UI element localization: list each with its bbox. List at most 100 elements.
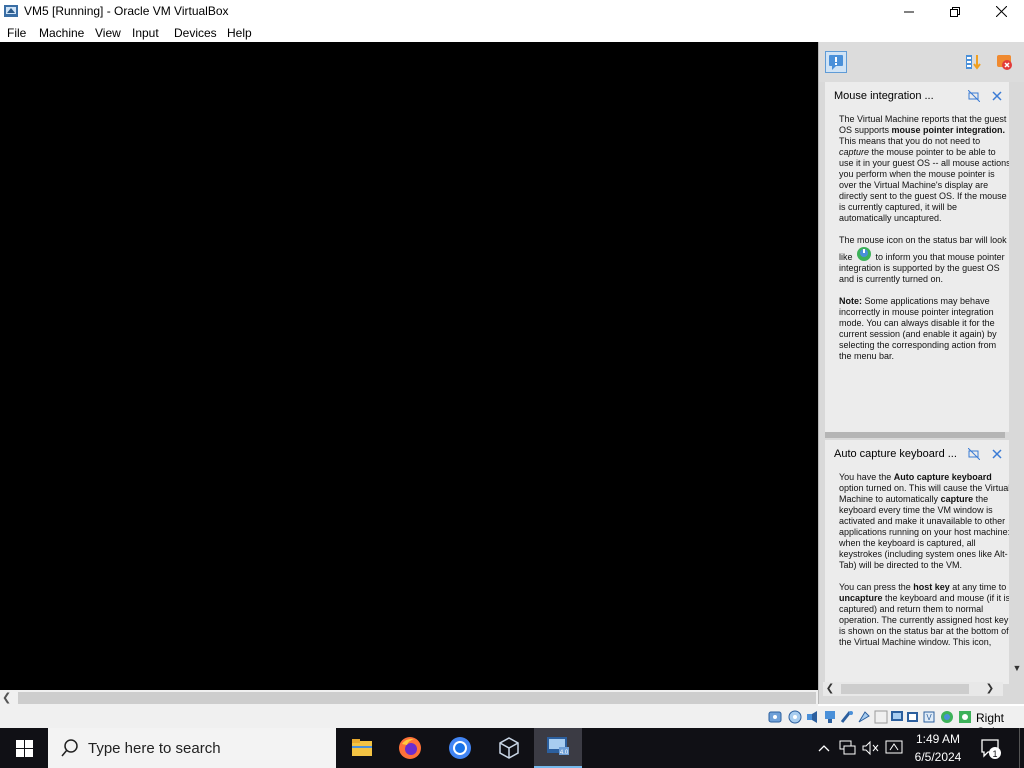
taskbar-clock[interactable]: 1:49 AM 6/5/2024 <box>906 730 970 766</box>
action-center-button[interactable]: 1 <box>978 736 1002 760</box>
chrome-icon <box>449 737 471 759</box>
clear-all-icon[interactable] <box>993 51 1015 73</box>
info-message-icon <box>829 55 843 70</box>
notification-text-run: the keyboard every time the VM window is… <box>839 494 1009 570</box>
taskbar-chrome[interactable] <box>436 728 484 768</box>
hide-notification-icon[interactable] <box>968 90 980 102</box>
taskbar-virtualbox[interactable] <box>485 728 533 768</box>
clock-date: 6/5/2024 <box>914 750 962 764</box>
vm-horizontal-scrollbar[interactable]: ❮ <box>0 690 818 706</box>
start-button[interactable] <box>0 728 48 768</box>
chevron-up-icon <box>818 745 830 752</box>
scrollbar-thumb[interactable] <box>18 692 816 704</box>
notification-text-run: capture <box>839 147 870 157</box>
menu-bar: File Machine View Input Devices Help <box>0 23 1024 42</box>
scroll-left-arrow-icon[interactable]: ❮ <box>823 682 837 696</box>
minimize-button[interactable] <box>886 0 932 23</box>
scroll-left-arrow-icon[interactable]: ❮ <box>2 690 11 706</box>
menu-machine[interactable]: Machine <box>39 26 84 40</box>
virtualbox-icon <box>499 737 519 759</box>
keyboard-capture-icon[interactable] <box>958 710 972 724</box>
notification-title: Mouse integration ... <box>834 90 934 102</box>
notification-text-run: at any time to <box>949 582 1007 592</box>
restore-icon <box>950 6 960 17</box>
notification-toolbar <box>819 42 1024 82</box>
tray-network[interactable] <box>838 738 858 758</box>
notification-center: Mouse integration ... The Virtual Machin… <box>818 42 1024 704</box>
notification-paragraph: Note: Some applications may behave incor… <box>839 296 1009 362</box>
notification-text-run: uncapture <box>839 593 883 603</box>
firefox-icon <box>399 737 421 759</box>
notification-mouse-integration: Mouse integration ... The Virtual Machin… <box>825 82 1009 432</box>
sort-icon[interactable] <box>963 51 985 73</box>
window-title: VM5 [Running] - Oracle VM VirtualBox <box>24 4 229 18</box>
notification-text-run: capture <box>940 494 974 504</box>
menu-input[interactable]: Input <box>132 26 159 40</box>
windows-icon <box>15 739 33 757</box>
scroll-right-arrow-icon[interactable]: ❯ <box>983 682 997 696</box>
notification-icon: 1 <box>981 739 1001 759</box>
notification-paragraph: You have the Auto capture keyboard optio… <box>839 472 1009 571</box>
notification-text-run: This means that you do not need to <box>839 136 981 146</box>
notification-filter-button[interactable] <box>825 51 847 73</box>
maximize-button[interactable] <box>932 0 978 23</box>
optical-disk-icon[interactable] <box>788 710 802 724</box>
notification-text-run: host key <box>913 582 950 592</box>
notification-paragraph: You can press the host key at any time t… <box>839 582 1009 648</box>
taskbar: Type here to search 4.0 1:49 AM 6/5/2024… <box>0 728 1024 768</box>
notification-count-badge: 1 <box>992 749 997 759</box>
search-placeholder: Type here to search <box>88 740 221 757</box>
notification-text-run: Auto capture keyboard <box>893 472 992 482</box>
input-indicator-icon <box>885 740 903 754</box>
scroll-down-arrow-icon[interactable]: ▼ <box>1011 662 1023 674</box>
network-icon[interactable] <box>823 710 837 724</box>
vm-icon: 4.0 <box>547 737 569 756</box>
taskbar-search-box[interactable]: Type here to search <box>48 728 336 768</box>
network-icon <box>839 740 856 755</box>
volume-muted-icon <box>862 740 879 756</box>
hide-notification-icon[interactable] <box>968 448 980 460</box>
menu-view[interactable]: View <box>95 26 121 40</box>
notification-body: You have the Auto capture keyboard optio… <box>839 472 1009 659</box>
notification-horizontal-scrollbar[interactable]: ❮ ❯ <box>823 682 1003 696</box>
tray-input[interactable] <box>884 738 904 758</box>
show-desktop-button[interactable] <box>1019 728 1024 768</box>
notification-paragraph: The mouse icon on the status bar will lo… <box>839 235 1009 285</box>
scrollbar-thumb[interactable] <box>841 684 969 694</box>
recording-icon[interactable] <box>906 710 920 724</box>
minimize-icon <box>904 11 914 12</box>
close-notification-icon[interactable] <box>991 448 1003 460</box>
video-capture-icon[interactable] <box>890 710 904 724</box>
status-bar: V Right Ctrl <box>0 706 1024 739</box>
taskbar-file-explorer[interactable] <box>338 728 386 768</box>
tray-overflow-button[interactable] <box>814 738 834 758</box>
notification-text-run: mouse pointer integration. <box>891 125 1006 135</box>
notification-vertical-scrollbar[interactable]: ▼ <box>1011 82 1023 682</box>
audio-icon[interactable] <box>806 710 820 724</box>
usb-icon[interactable] <box>840 710 854 724</box>
search-icon <box>61 739 78 757</box>
vm-display[interactable] <box>0 42 818 690</box>
close-notification-icon[interactable] <box>991 90 1003 102</box>
notification-auto-capture-keyboard: Auto capture keyboard ... You have the A… <box>825 440 1009 684</box>
mouse-integration-icon[interactable] <box>940 710 954 724</box>
hard-disk-icon[interactable] <box>768 710 782 724</box>
file-explorer-icon <box>352 739 372 756</box>
notification-text-run: the mouse pointer to be able to use it i… <box>839 147 1009 223</box>
menu-devices[interactable]: Devices <box>174 26 217 40</box>
notification-body: The Virtual Machine reports that the gue… <box>839 114 1009 373</box>
close-button[interactable] <box>978 0 1024 23</box>
virtualbox-app-icon <box>4 5 18 17</box>
display-icon[interactable] <box>874 710 888 724</box>
taskbar-vm-window[interactable]: 4.0 <box>534 728 582 768</box>
cpu-icon[interactable]: V <box>922 710 936 724</box>
tray-volume[interactable] <box>861 738 881 758</box>
taskbar-firefox[interactable] <box>386 728 434 768</box>
menu-file[interactable]: File <box>7 26 26 40</box>
shared-folder-icon[interactable] <box>857 710 871 724</box>
notification-text-run: Some applications may behave incorrectly… <box>839 296 997 361</box>
notification-splitter[interactable] <box>825 432 1005 438</box>
menu-help[interactable]: Help <box>227 26 252 40</box>
notification-paragraph: The Virtual Machine reports that the gue… <box>839 114 1009 224</box>
clock-time: 1:49 AM <box>915 732 961 746</box>
